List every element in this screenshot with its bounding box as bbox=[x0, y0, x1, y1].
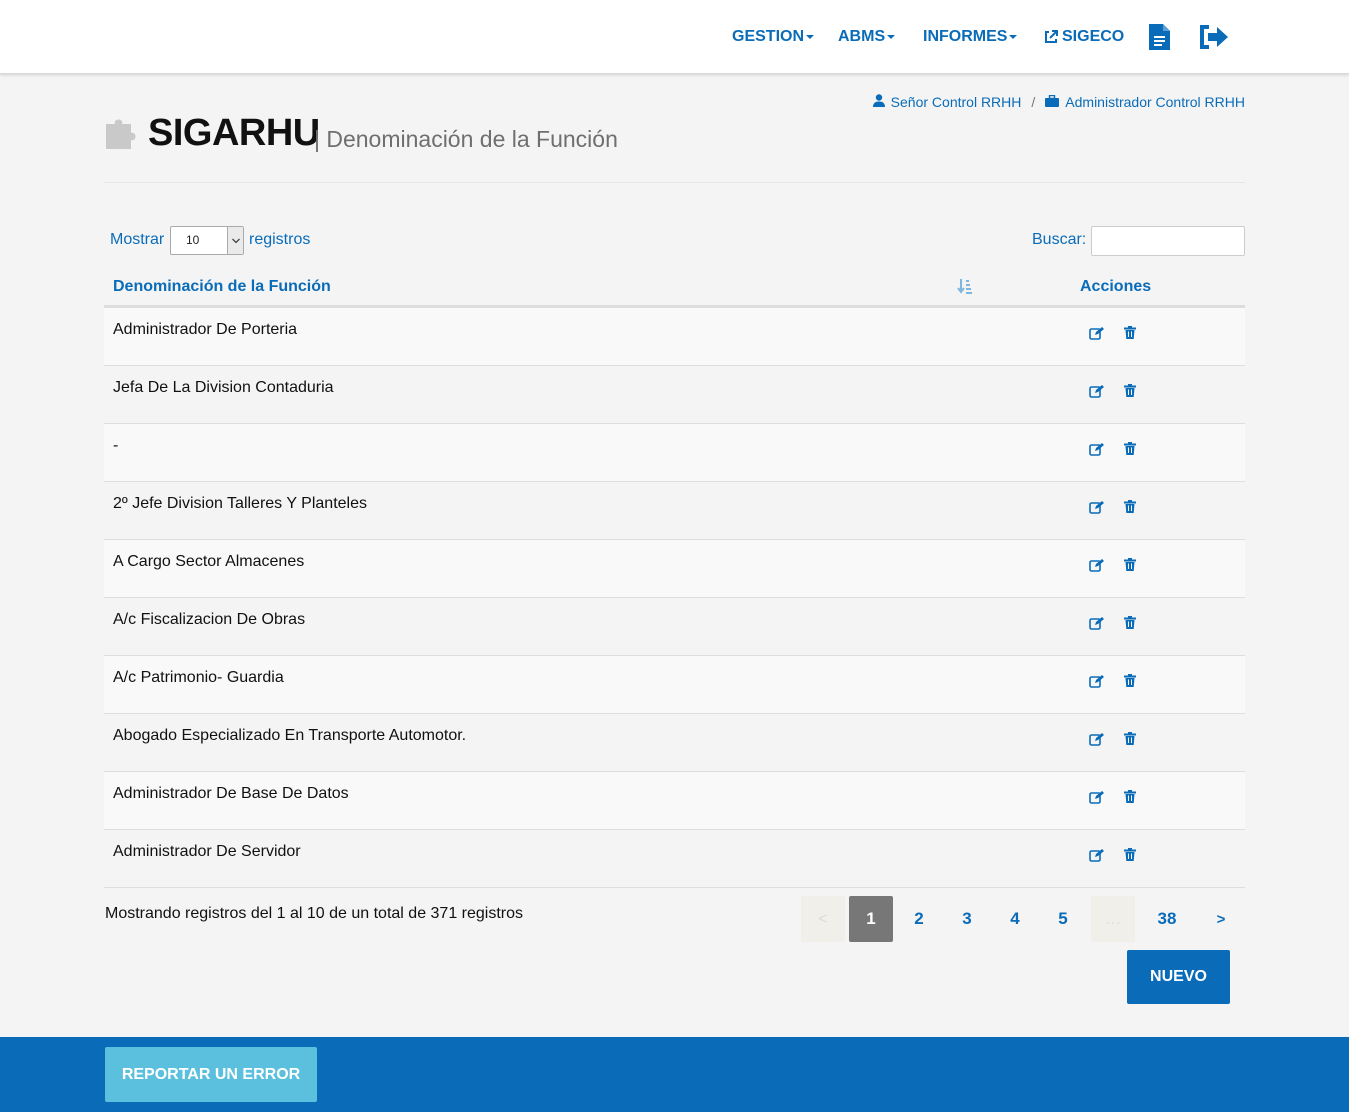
denominacion-cell: A/c Fiscalizacion De Obras bbox=[113, 611, 306, 628]
denominacion-cell: 2º Jefe Division Talleres Y Planteles bbox=[113, 495, 367, 512]
edit-icon[interactable] bbox=[1089, 732, 1104, 751]
denominacion-cell: Administrador De Servidor bbox=[113, 843, 301, 860]
page-size-value: 10 bbox=[186, 233, 200, 247]
page-title: SIGARHU bbox=[148, 112, 320, 154]
search-label: Buscar: bbox=[1032, 231, 1087, 248]
denominacion-cell: A Cargo Sector Almacenes bbox=[113, 553, 305, 570]
nav-informes[interactable]: INFORMES bbox=[923, 0, 1018, 74]
nav-gestion-label: GESTION bbox=[732, 28, 805, 45]
document-icon bbox=[1149, 24, 1170, 50]
chevron-down-icon bbox=[227, 227, 243, 254]
edit-icon[interactable] bbox=[1089, 442, 1104, 461]
table-row: Jefa De La Division Contaduria bbox=[104, 366, 1245, 424]
table-row: Administrador De Porteria bbox=[104, 308, 1245, 366]
breadcrumb-user[interactable]: Señor Control RRHH bbox=[891, 94, 1022, 110]
pagination-next[interactable]: > bbox=[1199, 896, 1243, 942]
breadcrumb-role[interactable]: Administrador Control RRHH bbox=[1065, 94, 1245, 110]
nav-informes-label: INFORMES bbox=[923, 28, 1008, 45]
pagination-page[interactable]: 4 bbox=[993, 896, 1037, 942]
breadcrumb-separator: / bbox=[1031, 94, 1036, 110]
table-row: A/c Fiscalizacion De Obras bbox=[104, 598, 1245, 656]
pagination-page[interactable]: 1 bbox=[849, 896, 893, 942]
nuevo-button[interactable]: NUEVO bbox=[1127, 950, 1230, 1004]
document-button[interactable] bbox=[1149, 0, 1170, 74]
edit-icon[interactable] bbox=[1089, 558, 1104, 577]
nav-sigeco-label: SIGECO bbox=[1062, 28, 1125, 45]
denominacion-cell: - bbox=[113, 437, 119, 454]
table-row: Administrador De Servidor bbox=[104, 830, 1245, 888]
briefcase-icon bbox=[1045, 94, 1065, 110]
pagination-last[interactable]: 38 bbox=[1145, 896, 1189, 942]
pagination-page[interactable]: 2 bbox=[897, 896, 941, 942]
denominacion-cell: A/c Patrimonio- Guardia bbox=[113, 669, 284, 686]
delete-icon[interactable] bbox=[1124, 732, 1136, 750]
pagination-ellipsis: … bbox=[1091, 896, 1135, 942]
table-row: Abogado Especializado En Transporte Auto… bbox=[104, 714, 1245, 772]
table-row: A Cargo Sector Almacenes bbox=[104, 540, 1245, 598]
sort-icon[interactable] bbox=[957, 278, 973, 299]
breadcrumb: Señor Control RRHH / Administrador Contr… bbox=[872, 94, 1245, 110]
caret-down-icon bbox=[1009, 35, 1018, 39]
puzzle-icon bbox=[104, 116, 140, 155]
nav-abms-label: ABMS bbox=[838, 28, 886, 45]
caret-down-icon bbox=[806, 35, 815, 39]
delete-icon[interactable] bbox=[1124, 616, 1136, 634]
pagination-page[interactable]: 3 bbox=[945, 896, 989, 942]
pagination-page[interactable]: 5 bbox=[1041, 896, 1085, 942]
sign-out-icon bbox=[1199, 25, 1229, 49]
edit-icon[interactable] bbox=[1089, 384, 1104, 403]
page-subtitle: | Denominación de la Función bbox=[314, 126, 618, 152]
edit-icon[interactable] bbox=[1089, 326, 1104, 345]
delete-icon[interactable] bbox=[1124, 674, 1136, 692]
caret-down-icon bbox=[887, 35, 896, 39]
table-row: Administrador De Base De Datos bbox=[104, 772, 1245, 830]
column-header-denominacion[interactable]: Denominación de la Función bbox=[113, 278, 331, 296]
external-link-icon bbox=[1043, 29, 1059, 45]
denominacion-cell: Abogado Especializado En Transporte Auto… bbox=[113, 727, 467, 744]
delete-icon[interactable] bbox=[1124, 558, 1136, 576]
column-header-acciones: Acciones bbox=[1080, 278, 1152, 295]
delete-icon[interactable] bbox=[1124, 500, 1136, 518]
nav-gestion[interactable]: GESTION bbox=[732, 0, 815, 74]
search-input[interactable] bbox=[1091, 226, 1245, 256]
nav-sigeco[interactable]: SIGECO bbox=[1043, 0, 1124, 74]
delete-icon[interactable] bbox=[1124, 442, 1136, 460]
table-row: 2º Jefe Division Talleres Y Planteles bbox=[104, 482, 1245, 540]
edit-icon[interactable] bbox=[1089, 616, 1104, 635]
top-navbar: GESTION ABMS INFORMES SIGECO bbox=[0, 0, 1349, 74]
table-row: A/c Patrimonio- Guardia bbox=[104, 656, 1245, 714]
pagination-prev[interactable]: < bbox=[801, 896, 845, 942]
report-error-button[interactable]: REPORTAR UN ERROR bbox=[105, 1047, 317, 1102]
edit-icon[interactable] bbox=[1089, 848, 1104, 867]
logout-button[interactable] bbox=[1199, 0, 1229, 74]
denominacion-cell: Administrador De Base De Datos bbox=[113, 785, 349, 802]
user-icon bbox=[872, 94, 891, 110]
edit-icon[interactable] bbox=[1089, 674, 1104, 693]
nav-abms[interactable]: ABMS bbox=[838, 0, 896, 74]
page-size-select[interactable]: 10 bbox=[170, 226, 244, 255]
denominacion-cell: Administrador De Porteria bbox=[113, 321, 298, 338]
delete-icon[interactable] bbox=[1124, 848, 1136, 866]
table-row: - bbox=[104, 424, 1245, 482]
edit-icon[interactable] bbox=[1089, 500, 1104, 519]
delete-icon[interactable] bbox=[1124, 326, 1136, 344]
divider bbox=[104, 182, 1245, 183]
delete-icon[interactable] bbox=[1124, 790, 1136, 808]
records-info: Mostrando registros del 1 al 10 de un to… bbox=[105, 905, 524, 922]
denominacion-cell: Jefa De La Division Contaduria bbox=[113, 379, 334, 396]
edit-icon[interactable] bbox=[1089, 790, 1104, 809]
records-label: registros bbox=[249, 231, 311, 248]
show-label: Mostrar bbox=[110, 231, 165, 248]
delete-icon[interactable] bbox=[1124, 384, 1136, 402]
